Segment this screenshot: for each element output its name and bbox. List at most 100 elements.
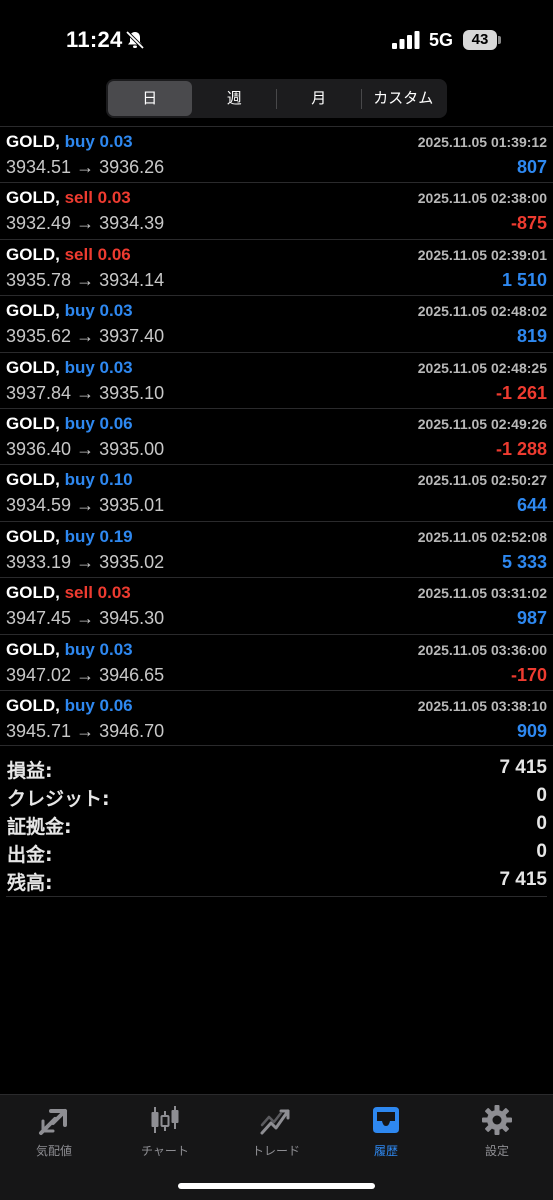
summary-value: 7 415 [499,869,547,890]
period-tab-week[interactable]: 週 [193,81,277,116]
trade-symbol: GOLD, sell 0.06 [6,245,131,265]
trade-profit: 909 [516,720,547,741]
trade-volume: 0.03 [97,583,131,603]
summary-row: クレジット: 0 [0,782,553,810]
close-price: 3935.01 [99,495,165,516]
trade-row[interactable]: GOLD, sell 0.06 2025.11.05 02:39:01 3935.7… [0,238,553,295]
summary-value: 0 [536,785,547,806]
trade-volume: 0.06 [99,413,133,433]
tab-label: 設定 [484,1144,509,1158]
symbol-name: GOLD, [6,695,60,715]
trade-profit: 1 510 [501,269,547,290]
open-price: 3936.40 [6,438,72,459]
symbol-name: GOLD, [6,188,60,208]
open-price: 3934.59 [6,495,72,516]
symbol-name: GOLD, [6,244,60,264]
tab-label: トレード [251,1144,300,1158]
summary-value: 0 [536,813,547,834]
period-tab-month[interactable]: 月 [277,81,361,116]
symbol-name: GOLD, [6,132,60,151]
trade-datetime: 2025.11.05 01:39:12 [417,134,547,150]
close-price: 3935.02 [99,551,165,572]
open-price: 3934.51 [6,157,72,177]
symbol-name: GOLD, [6,357,60,377]
summary-label: 損益: [7,760,53,782]
trade-row[interactable]: GOLD, buy 0.10 2025.11.05 02:50:27 3934.59… [0,464,553,520]
trade-side: buy [64,357,95,377]
tab-settings[interactable]: 設定 [447,1103,547,1163]
trade-profit: 987 [516,608,547,629]
tab-history[interactable]: 履歴 [336,1103,436,1163]
arrow-right-icon: → [76,438,95,459]
trade-row[interactable]: GOLD, buy 0.06 2025.11.05 03:38:10 3945.71… [0,689,553,747]
arrow-right-icon: → [76,157,95,177]
quotes-arrows-icon [39,1109,67,1135]
summary-value: 7 415 [499,757,547,778]
open-price: 3947.02 [6,664,72,685]
trade-prices: 3935.78 → 3934.14 [6,270,164,291]
open-price: 3937.84 [6,382,72,403]
cellular-signal-icon [392,31,420,49]
trade-prices: 3934.51 → 3936.26 [6,157,164,178]
trade-side: buy [64,695,95,715]
summary-label: クレジット: [7,788,110,810]
gear-icon [482,1105,512,1135]
summary-row: 出金: 0 [0,838,553,866]
candlestick-chart-icon [151,1106,179,1133]
close-price: 3946.65 [99,664,165,685]
close-price: 3934.39 [99,213,165,234]
trade-volume: 0.06 [99,695,133,715]
arrow-right-icon: → [76,495,95,516]
trade-side: buy [64,470,95,490]
arrow-right-icon: → [76,720,95,741]
symbol-name: GOLD, [6,470,60,490]
trade-row[interactable]: GOLD, sell 0.03 2025.11.05 03:31:02 3947.4… [0,577,553,633]
trade-datetime: 2025.11.05 02:39:01 [417,246,547,263]
trade-prices: 3933.19 → 3935.02 [6,552,164,573]
trade-volume: 0.10 [99,470,133,490]
summary-row: 残高: 7 415 [0,866,553,894]
tab-chart[interactable]: チャート [115,1103,215,1163]
symbol-name: GOLD, [6,526,60,546]
arrow-right-icon: → [76,664,95,685]
trade-prices: 3937.84 → 3935.10 [6,383,164,404]
trade-prices: 3947.45 → 3945.30 [6,608,164,629]
trade-row[interactable]: GOLD, buy 0.03 2025.11.05 02:48:25 3937.84… [0,351,553,408]
trade-row[interactable]: GOLD, buy 0.03 2025.11.05 03:36:00 3947.02… [0,633,553,690]
tab-trade[interactable]: トレード [226,1103,326,1163]
trade-side: buy [64,526,95,546]
trade-side: buy [64,132,95,151]
status-bar: 11:24 5G 43 [0,0,553,80]
trade-symbol: GOLD, buy 0.03 [6,640,133,660]
trade-symbol: GOLD, buy 0.06 [6,696,133,716]
inbox-tray-icon [373,1107,399,1133]
open-price: 3945.71 [6,720,72,741]
tab-quotes[interactable]: 気配値 [4,1103,104,1163]
trade-prices: 3934.59 → 3935.01 [6,495,164,516]
trade-volume: 0.19 [99,526,133,546]
trade-row[interactable]: GOLD, buy 0.06 2025.11.05 02:49:26 3936.40… [0,407,553,464]
close-price: 3936.26 [99,157,165,177]
symbol-name: GOLD, [6,301,60,321]
close-price: 3935.10 [99,382,165,403]
trade-row[interactable]: GOLD, buy 0.19 2025.11.05 02:52:08 3933.19… [0,520,553,577]
period-segmented-control: 日 週 月 カスタム [106,79,447,118]
trade-volume: 0.03 [99,301,133,321]
summary-label: 証拠金: [7,816,72,838]
summary-row: 損益: 7 415 [0,754,553,782]
trade-row[interactable]: GOLD, sell 0.03 2025.11.05 02:38:00 3932.4… [0,182,553,238]
trade-symbol: GOLD, buy 0.10 [6,470,133,490]
trade-row[interactable]: GOLD, buy 0.03 2025.11.05 01:39:12 3934.51… [0,126,553,182]
period-tab-custom[interactable]: カスタム [362,81,446,116]
trade-profit: -170 [510,664,547,685]
trade-profit: 644 [516,495,547,516]
trade-symbol: GOLD, buy 0.03 [6,132,133,152]
period-tab-day[interactable]: 日 [108,81,192,116]
trade-volume: 0.06 [97,244,131,264]
tab-label: 履歴 [373,1144,398,1158]
close-price: 3935.00 [99,438,165,459]
trade-symbol: GOLD, buy 0.06 [6,414,133,434]
symbol-name: GOLD, [6,583,60,603]
trade-datetime: 2025.11.05 02:50:27 [417,472,547,489]
trade-row[interactable]: GOLD, buy 0.03 2025.11.05 02:48:02 3935.62… [0,295,553,351]
